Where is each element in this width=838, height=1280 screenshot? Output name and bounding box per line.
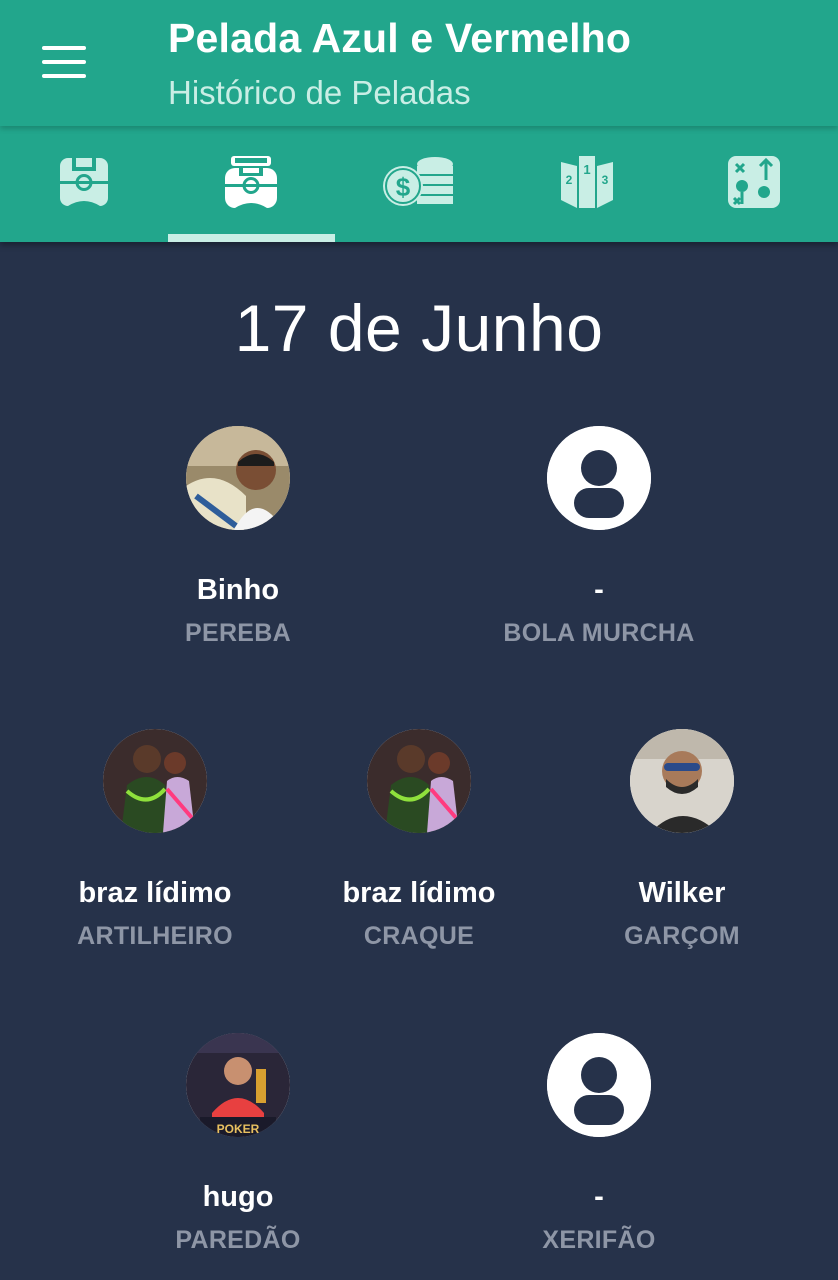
award-craque[interactable]: braz lídimo CRAQUE: [289, 729, 549, 951]
award-paredao[interactable]: POKER hugo PAREDÃO: [108, 1033, 368, 1255]
money-coins-icon: $: [382, 157, 453, 206]
tab-history[interactable]: [167, 126, 336, 242]
field-icon: [59, 158, 108, 206]
toolbar: Pelada Azul e Vermelho Histórico de Pela…: [0, 0, 838, 126]
app-bar: Pelada Azul e Vermelho Histórico de Pela…: [0, 0, 838, 242]
svg-text:3: 3: [601, 173, 608, 187]
svg-text:1: 1: [583, 162, 590, 177]
award-pereba[interactable]: Binho PEREBA: [108, 426, 368, 648]
avatar: [103, 729, 207, 833]
avatar: [547, 426, 651, 530]
user-placeholder-icon: [547, 426, 651, 530]
award-title: CRAQUE: [363, 922, 475, 950]
ranking-podium-icon: 2 1 3: [560, 156, 613, 208]
player-name: -: [594, 1181, 604, 1213]
history-field-icon: [225, 156, 278, 208]
history-content: 17 de Junho Binho PEREBA - BOLA MURCHA b…: [0, 242, 838, 1280]
award-garcom[interactable]: Wilker GARÇOM: [552, 729, 812, 951]
toolbar-titles: Pelada Azul e Vermelho Histórico de Pela…: [168, 14, 631, 114]
avatar: [186, 426, 290, 530]
award-title: BOLA MURCHA: [503, 619, 695, 647]
menu-icon[interactable]: [38, 42, 90, 82]
avatar: [367, 729, 471, 833]
svg-text:POKER: POKER: [217, 1122, 260, 1136]
player-name: braz lídimo: [78, 877, 232, 909]
player-name: hugo: [202, 1181, 274, 1213]
award-bola-murcha[interactable]: - BOLA MURCHA: [469, 426, 729, 648]
tab-tactics[interactable]: [670, 126, 838, 242]
award-xerifao[interactable]: - XERIFÃO: [469, 1033, 729, 1255]
avatar: [547, 1033, 651, 1137]
tab-bar: $ 2 1 3: [0, 126, 838, 242]
award-title: XERIFÃO: [542, 1226, 656, 1254]
tab-field[interactable]: [0, 126, 168, 242]
user-placeholder-icon: [547, 1033, 651, 1137]
player-name: Wilker: [638, 877, 726, 909]
award-artilheiro[interactable]: braz lídimo ARTILHEIRO: [25, 729, 285, 951]
award-title: GARÇOM: [624, 922, 740, 950]
tactics-board-icon: [728, 156, 781, 208]
award-title: PEREBA: [185, 619, 291, 647]
match-date: 17 de Junho: [234, 291, 604, 365]
svg-text:$: $: [396, 172, 411, 202]
avatar: POKER: [186, 1033, 290, 1137]
player-name: -: [594, 574, 604, 606]
tab-money[interactable]: $: [335, 126, 503, 242]
avatar: [630, 729, 734, 833]
award-title: ARTILHEIRO: [77, 922, 233, 950]
tab-ranking[interactable]: 2 1 3: [503, 126, 671, 242]
tab-indicator: [167, 234, 336, 242]
svg-text:2: 2: [565, 173, 572, 187]
page-title: Pelada Azul e Vermelho: [168, 15, 632, 61]
player-name: Binho: [196, 574, 280, 606]
player-name: braz lídimo: [342, 877, 496, 909]
award-title: PAREDÃO: [175, 1226, 301, 1254]
page-subtitle: Histórico de Peladas: [168, 74, 471, 111]
